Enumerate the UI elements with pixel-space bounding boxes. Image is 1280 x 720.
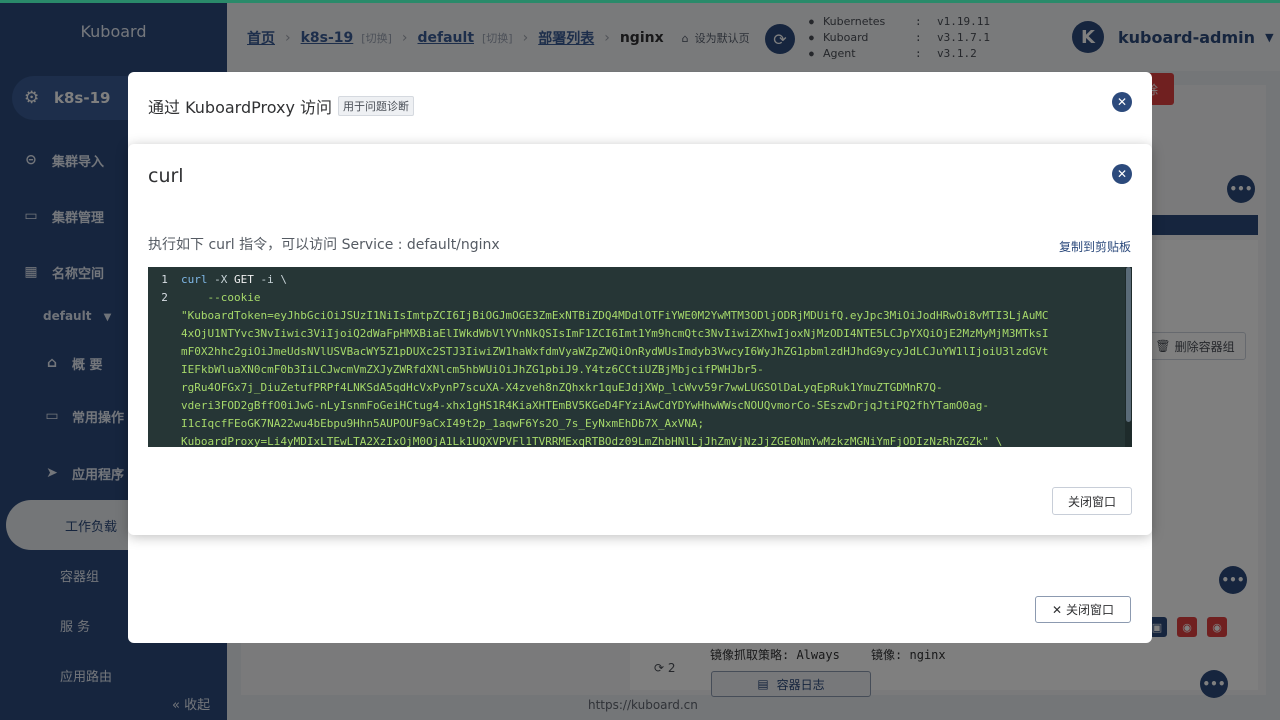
code-scrollbar[interactable] <box>1125 267 1132 447</box>
curl-dialog: curl ✕ 执行如下 curl 指令，可以访问 Service : defau… <box>128 144 1152 535</box>
line-number: 1 <box>161 273 168 286</box>
code-wrapped-line: mF0X2hhc2giOiJmeUdsNVlUSVBacWY5Z1pDUXc2S… <box>181 345 1049 358</box>
close-icon: ✕ <box>1051 602 1063 617</box>
dialog-description: 执行如下 curl 指令，可以访问 Service : default/ngin… <box>148 237 500 253</box>
dialog-title: curl <box>148 165 184 187</box>
code-line: 2 --cookie <box>148 289 1132 307</box>
close-window-button[interactable]: ✕ 关闭窗口 <box>1035 596 1131 623</box>
code-option: -X <box>207 273 234 286</box>
code-text: curl -X GET -i \ <box>181 271 287 289</box>
copy-to-clipboard-link[interactable]: 复制到剪贴板 <box>1059 238 1131 255</box>
code-wrapped-line: "KuboardToken=eyJhbGciOiJSUzI1NiIsImtpZC… <box>181 309 1049 322</box>
top-accent-line <box>0 0 1280 3</box>
code-command: curl <box>181 273 208 286</box>
scrollbar-thumb[interactable] <box>1126 267 1131 422</box>
close-window-button[interactable]: 关闭窗口 <box>1052 487 1132 515</box>
diagnosis-tag: 用于问题诊断 <box>338 96 415 116</box>
code-method: GET <box>234 273 254 286</box>
code-content: 1 curl -X GET -i \ 2 --cookie "KuboardTo… <box>148 271 1132 447</box>
code-block[interactable]: 1 curl -X GET -i \ 2 --cookie "KuboardTo… <box>148 267 1132 447</box>
code-wrapped-line: I1cIqcfFEoGK7NA22wu4bEbpu9Hhn5AUPOUF9aCx… <box>181 417 705 430</box>
code-wrapped-line: vderi3FOD2gBffO0iJwG-nLyIsnmFoGeiHCtug4-… <box>181 399 989 412</box>
dialog-title-text: 通过 KuboardProxy 访问 <box>148 98 333 117</box>
code-wrapped-line: IEFkbWluaXN0cmF0b3IiLCJwcmVmZXJyZWRfdXNl… <box>181 363 764 376</box>
dialog-title: 通过 KuboardProxy 访问 用于问题诊断 <box>148 94 415 118</box>
close-icon[interactable]: ✕ <box>1112 164 1132 184</box>
code-wrapped-line: KuboardProxy=Li4yMDIxLTEwLTA2XzIxOjM0OjA… <box>181 435 1003 447</box>
close-button-label: 关闭窗口 <box>1066 603 1115 617</box>
code-option: -i \ <box>253 273 287 286</box>
close-icon[interactable]: ✕ <box>1112 92 1132 112</box>
code-wrapped-line: 4xOjU1NTYvc3NvIiwic3ViIjoiQ2dWaFpHMXBiaE… <box>181 327 1049 340</box>
code-wrapped-line: rgRu4OFGx7j_DiuZetufPRPf4LNKSdA5qdHcVxPy… <box>181 381 943 394</box>
code-line: 1 curl -X GET -i \ <box>148 271 1132 289</box>
line-number: 2 <box>161 291 168 304</box>
code-option: --cookie <box>181 291 261 304</box>
